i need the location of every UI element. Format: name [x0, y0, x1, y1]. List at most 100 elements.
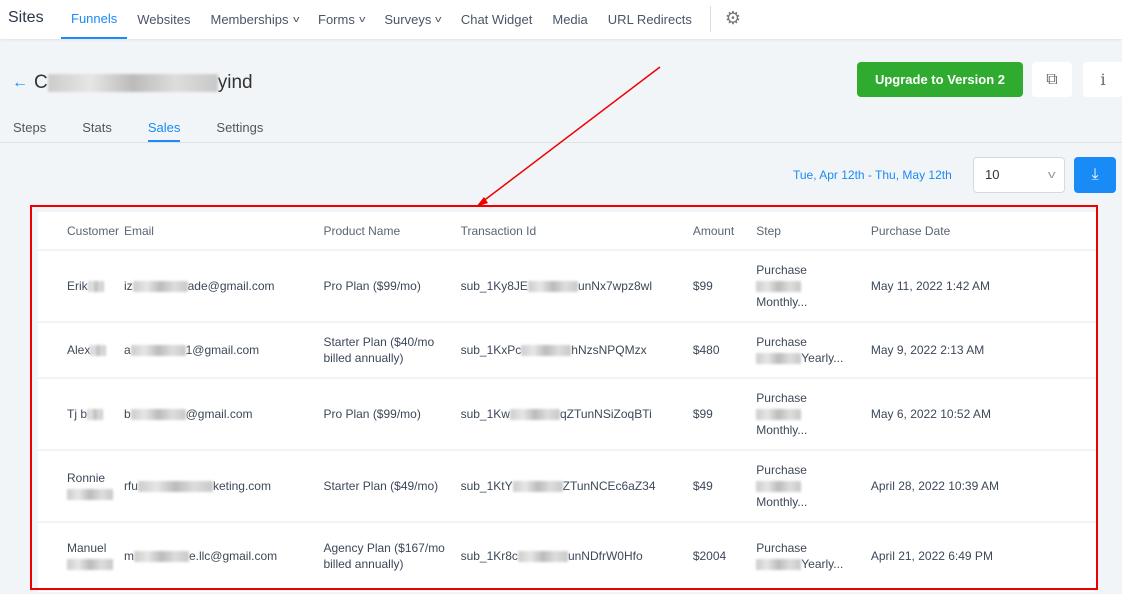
column-header[interactable]: Email: [123, 212, 324, 251]
email-end: ade@gmail.com: [187, 279, 275, 293]
txn-start: sub_1Kw: [460, 407, 510, 421]
customer-name: Tj b: [67, 407, 88, 421]
column-header[interactable]: Transaction Id: [460, 212, 693, 251]
nav-item-url-redirects[interactable]: URL Redirects: [598, 0, 702, 39]
cell-email: a 1@gmail.com: [123, 322, 324, 379]
step-plan: Monthly...: [756, 423, 808, 437]
txn-end: unNDfrW0Hfo: [567, 549, 643, 563]
chevron-down-icon: v: [1047, 169, 1056, 181]
back-arrow-icon[interactable]: ←: [12, 74, 28, 92]
sales-table-card: Customer Email Product Name Transaction Id A…: [38, 212, 1096, 592]
txn-end: ZTunNCEc6aZ34: [562, 479, 656, 493]
redacted: [132, 281, 188, 293]
email-start: iz: [123, 279, 133, 293]
cell-customer: Ronnie: [38, 450, 124, 523]
cell-transaction-id: sub_1KxPc hNzsNPQMzx: [460, 322, 693, 379]
cell-step: Purchase Monthly...: [756, 250, 871, 323]
step-name: Purchase: [756, 541, 807, 555]
txn-start: sub_1KtY: [460, 479, 513, 493]
external-link-icon[interactable]: ⧉: [1032, 62, 1072, 97]
redacted: [527, 281, 578, 293]
redacted: [87, 281, 104, 293]
redacted: [756, 353, 802, 365]
step-name: Purchase: [756, 463, 807, 477]
upgrade-button[interactable]: Upgrade to Version 2: [857, 62, 1023, 97]
info-button[interactable]: i: [1083, 62, 1122, 97]
table-row[interactable]: Tj b b @gmail.com Pro Plan ($99/mo) sub_1Kw q…: [38, 378, 1096, 451]
sales-table: Customer Email Product Name Transaction Id A…: [38, 212, 1096, 591]
step-name: Purchase: [756, 391, 807, 405]
table-row[interactable]: Erik iz ade@gmail.com Pro Plan ($99/mo) sub_…: [38, 250, 1096, 323]
cell-purchase-date: April 21, 2022 6:49 PM: [870, 522, 1096, 591]
txn-end: hNzsNPQMzx: [571, 343, 647, 357]
nav-label: Memberships: [210, 12, 289, 27]
page-title: ← Cyind: [12, 72, 253, 94]
cell-step: Purchase Yearly...: [756, 522, 871, 591]
step-name: Purchase: [756, 263, 807, 277]
table-row[interactable]: Alex a 1@gmail.com Starter Plan ($40/mo bil…: [38, 322, 1096, 379]
nav-item-forms[interactable]: Forms v: [308, 0, 374, 39]
nav-separator: [709, 6, 711, 32]
email-start: rfu: [123, 479, 138, 493]
email-end: 1@gmail.com: [185, 343, 260, 357]
nav-item-surveys[interactable]: Surveys v: [374, 0, 450, 39]
email-start: a: [123, 343, 131, 357]
cell-customer: Manuel: [38, 522, 124, 591]
product-name: Starter Plan ($40/mo billed annually): [323, 335, 435, 365]
download-button[interactable]: ⤓: [1074, 157, 1116, 193]
column-header[interactable]: Product Name: [323, 212, 461, 251]
cell-customer: Tj b: [38, 378, 124, 451]
tab-steps[interactable]: Steps: [13, 120, 46, 142]
tab-stats[interactable]: Stats: [82, 120, 112, 142]
cell-step: Purchase Monthly...: [756, 378, 871, 451]
date-range-picker[interactable]: Tue, Apr 12th - Thu, May 12th: [793, 168, 952, 182]
table-row[interactable]: Manuel m e.llc@gmail.com Agency Plan ($167/…: [38, 522, 1096, 591]
nav-item-funnels[interactable]: Funnels: [61, 0, 128, 39]
nav-item-chat-widget[interactable]: Chat Widget: [451, 0, 543, 39]
cell-product: Pro Plan ($99/mo): [323, 378, 461, 451]
title-suffix: yind: [217, 72, 253, 93]
column-header[interactable]: Purchase Date: [870, 212, 1096, 251]
cell-product: Agency Plan ($167/mo billed annually): [323, 522, 461, 591]
cell-purchase-date: May 9, 2022 2:13 AM: [870, 322, 1096, 379]
txn-start: sub_1KxPc: [460, 343, 522, 357]
redacted: [509, 409, 560, 421]
redacted: [87, 409, 104, 421]
divider: [0, 142, 1122, 143]
nav-item-memberships[interactable]: Memberships v: [200, 0, 308, 39]
nav-label: Chat Widget: [460, 12, 533, 27]
redacted: [521, 345, 572, 357]
redacted: [133, 551, 189, 563]
page-size-value: 10: [985, 167, 1000, 182]
nav-label: Media: [552, 12, 588, 27]
cell-purchase-date: May 11, 2022 1:42 AM: [870, 250, 1096, 323]
tab-sales[interactable]: Sales: [147, 120, 181, 142]
column-header[interactable]: Amount: [692, 212, 757, 251]
cell-step: Purchase Yearly...: [756, 322, 871, 379]
nav-label: URL Redirects: [607, 12, 692, 27]
chevron-down-icon: v: [358, 14, 366, 24]
step-plan: Monthly...: [756, 495, 808, 509]
customer-name: Erik: [67, 279, 88, 293]
gear-icon[interactable]: ⚙: [719, 0, 747, 39]
redacted: [517, 551, 568, 563]
cell-amount: $480: [692, 322, 757, 379]
cell-email: m e.llc@gmail.com: [123, 522, 324, 591]
cell-product: Starter Plan ($40/mo billed annually): [323, 322, 461, 379]
cell-email: b @gmail.com: [123, 378, 324, 451]
redacted: [130, 345, 186, 357]
tab-settings[interactable]: Settings: [216, 120, 263, 142]
redacted: [756, 409, 802, 421]
redacted: [47, 74, 218, 92]
column-header[interactable]: Customer: [38, 212, 124, 251]
nav-item-media[interactable]: Media: [542, 0, 597, 39]
column-header[interactable]: Step: [756, 212, 871, 251]
cell-customer: Erik: [38, 250, 124, 323]
nav-label: Websites: [137, 12, 191, 27]
nav-item-websites[interactable]: Websites: [127, 0, 200, 39]
cell-transaction-id: sub_1Kr8c unNDfrW0Hfo: [460, 522, 693, 591]
redacted: [756, 281, 802, 293]
page-size-select[interactable]: 10 v: [973, 157, 1065, 193]
table-row[interactable]: Ronnie rfu keting.com Starter Plan ($49/mo)…: [38, 450, 1096, 523]
cell-amount: $49: [692, 450, 757, 523]
